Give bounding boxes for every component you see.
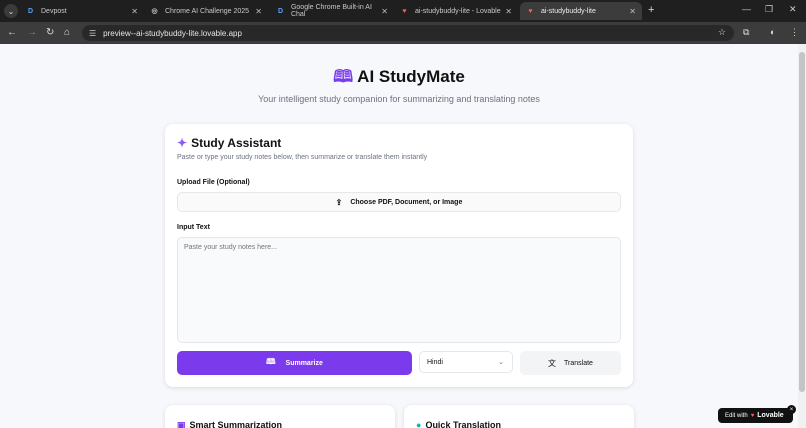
card-title-text: Study Assistant bbox=[191, 136, 282, 150]
feature-title-text: Quick Translation bbox=[425, 420, 501, 428]
languages-icon: 文 bbox=[548, 358, 557, 368]
card-subtitle: Paste or type your study notes below, th… bbox=[177, 154, 428, 161]
summarize-label: Summarize bbox=[285, 359, 323, 367]
edit-with-lovable-badge[interactable]: Edit with ♥ Lovable × bbox=[718, 405, 796, 423]
summarize-button[interactable]: 🕮 Summarize bbox=[177, 351, 412, 375]
tab-search-icon[interactable]: ⌄ bbox=[4, 4, 18, 18]
reload-icon[interactable]: ↻ bbox=[46, 27, 54, 38]
tab-label: Devpost bbox=[41, 7, 67, 15]
forward-icon[interactable]: → bbox=[27, 27, 37, 38]
study-assistant-card: ✦ Study Assistant Paste or type your stud… bbox=[165, 124, 633, 387]
book-open-icon: 🕮 bbox=[333, 67, 354, 86]
upload-label: Upload File (Optional) bbox=[177, 179, 250, 186]
lovable-heart-icon: ♥ bbox=[750, 412, 755, 419]
close-tab-icon[interactable]: ✕ bbox=[255, 7, 262, 16]
tab-strip: ⌄ D Devpost ✕ ◎ Chrome AI Challenge 2025… bbox=[0, 0, 806, 22]
study-notes-input[interactable] bbox=[177, 237, 621, 343]
tab-label: ai-studybuddy-lite - Lovable bbox=[415, 7, 501, 15]
badge-brand: Lovable bbox=[757, 412, 784, 419]
card-title: ✦ Study Assistant bbox=[177, 136, 281, 150]
close-window-icon[interactable]: ✕ bbox=[789, 4, 797, 15]
tab-chrome-ai-challenge[interactable]: ◎ Chrome AI Challenge 2025 ✕ bbox=[144, 2, 268, 20]
language-select[interactable]: Hindi ⌄ bbox=[419, 351, 513, 373]
home-icon[interactable]: ⌂ bbox=[64, 27, 70, 38]
url-text[interactable]: preview--ai-studybuddy-lite.lovable.app bbox=[103, 29, 242, 38]
feature-card-translation: ● Quick Translation bbox=[404, 405, 634, 428]
close-tab-icon[interactable]: ✕ bbox=[131, 7, 138, 16]
upload-file-button[interactable]: ⇪ Choose PDF, Document, or Image bbox=[177, 192, 621, 212]
minimize-icon[interactable]: — bbox=[742, 4, 751, 14]
close-tab-icon[interactable]: ✕ bbox=[381, 7, 388, 16]
restore-icon[interactable]: ❐ bbox=[765, 4, 773, 15]
close-badge-icon[interactable]: × bbox=[787, 405, 796, 414]
summarize-feature-icon: ▣ bbox=[177, 420, 186, 428]
profile-avatar[interactable]: ◐ bbox=[770, 27, 775, 37]
tab-google-chrome-built-in-ai[interactable]: D Google Chrome Built-in AI Chal ✕ bbox=[270, 2, 394, 20]
tab-ai-studybuddy-lite[interactable]: ♥ ai-studybuddy-lite ✕ bbox=[520, 2, 642, 20]
badge-prefix: Edit with bbox=[725, 412, 748, 419]
browser-toolbar: ← → ↻ ⌂ ☰ preview--ai-studybuddy-lite.lo… bbox=[0, 22, 806, 44]
tab-label: Google Chrome Built-in AI Chal bbox=[290, 4, 372, 18]
close-tab-icon[interactable]: ✕ bbox=[629, 7, 636, 16]
translate-button[interactable]: 文 Translate bbox=[520, 351, 621, 375]
input-text-label: Input Text bbox=[177, 224, 210, 231]
site-info-icon[interactable]: ☰ bbox=[89, 29, 96, 38]
close-tab-icon[interactable]: ✕ bbox=[505, 7, 512, 16]
translate-label: Translate bbox=[564, 359, 593, 367]
tab-lovable-editor[interactable]: ♥ ai-studybuddy-lite - Lovable ✕ bbox=[394, 2, 518, 20]
tab-label: ai-studybuddy-lite bbox=[541, 7, 596, 15]
tab-devpost[interactable]: D Devpost ✕ bbox=[20, 2, 144, 20]
lovable-icon: ♥ bbox=[402, 7, 407, 15]
chrome-icon: ◎ bbox=[151, 8, 158, 15]
page-scrollbar[interactable] bbox=[798, 44, 806, 428]
chevron-down-icon: ⌄ bbox=[498, 359, 504, 366]
sparkles-icon: ✦ bbox=[177, 136, 188, 150]
tab-label: Chrome AI Challenge 2025 bbox=[165, 7, 250, 15]
language-selected: Hindi bbox=[427, 358, 443, 366]
extensions-icon[interactable]: ⧉ bbox=[743, 27, 749, 38]
bookmark-star-icon[interactable]: ☆ bbox=[718, 27, 726, 38]
book-open-icon: 🕮 bbox=[266, 357, 276, 366]
page-content: 🕮 AI StudyMate Your intelligent study com… bbox=[0, 44, 798, 428]
new-tab-icon[interactable]: + bbox=[648, 4, 654, 16]
page-subtitle: Your intelligent study companion for sum… bbox=[258, 94, 540, 104]
upload-button-label: Choose PDF, Document, or Image bbox=[350, 198, 463, 206]
menu-icon[interactable]: ⋮ bbox=[790, 27, 799, 38]
back-icon[interactable]: ← bbox=[7, 27, 17, 38]
feature-card-summarization: ▣ Smart Summarization bbox=[165, 405, 395, 428]
feature-title: ▣ Smart Summarization bbox=[177, 420, 282, 428]
app-title: AI StudyMate bbox=[357, 67, 465, 86]
scrollbar-thumb[interactable] bbox=[799, 52, 805, 392]
devpost-icon: D bbox=[277, 7, 284, 15]
devpost-icon: D bbox=[27, 7, 34, 15]
upload-icon: ⇪ bbox=[335, 197, 343, 207]
lovable-icon: ♥ bbox=[528, 7, 533, 15]
page-title: 🕮 AI StudyMate bbox=[0, 64, 798, 93]
globe-icon: ● bbox=[416, 420, 422, 428]
feature-title-text: Smart Summarization bbox=[189, 420, 283, 428]
address-bar[interactable]: ☰ preview--ai-studybuddy-lite.lovable.ap… bbox=[82, 25, 734, 41]
feature-title: ● Quick Translation bbox=[416, 420, 501, 428]
